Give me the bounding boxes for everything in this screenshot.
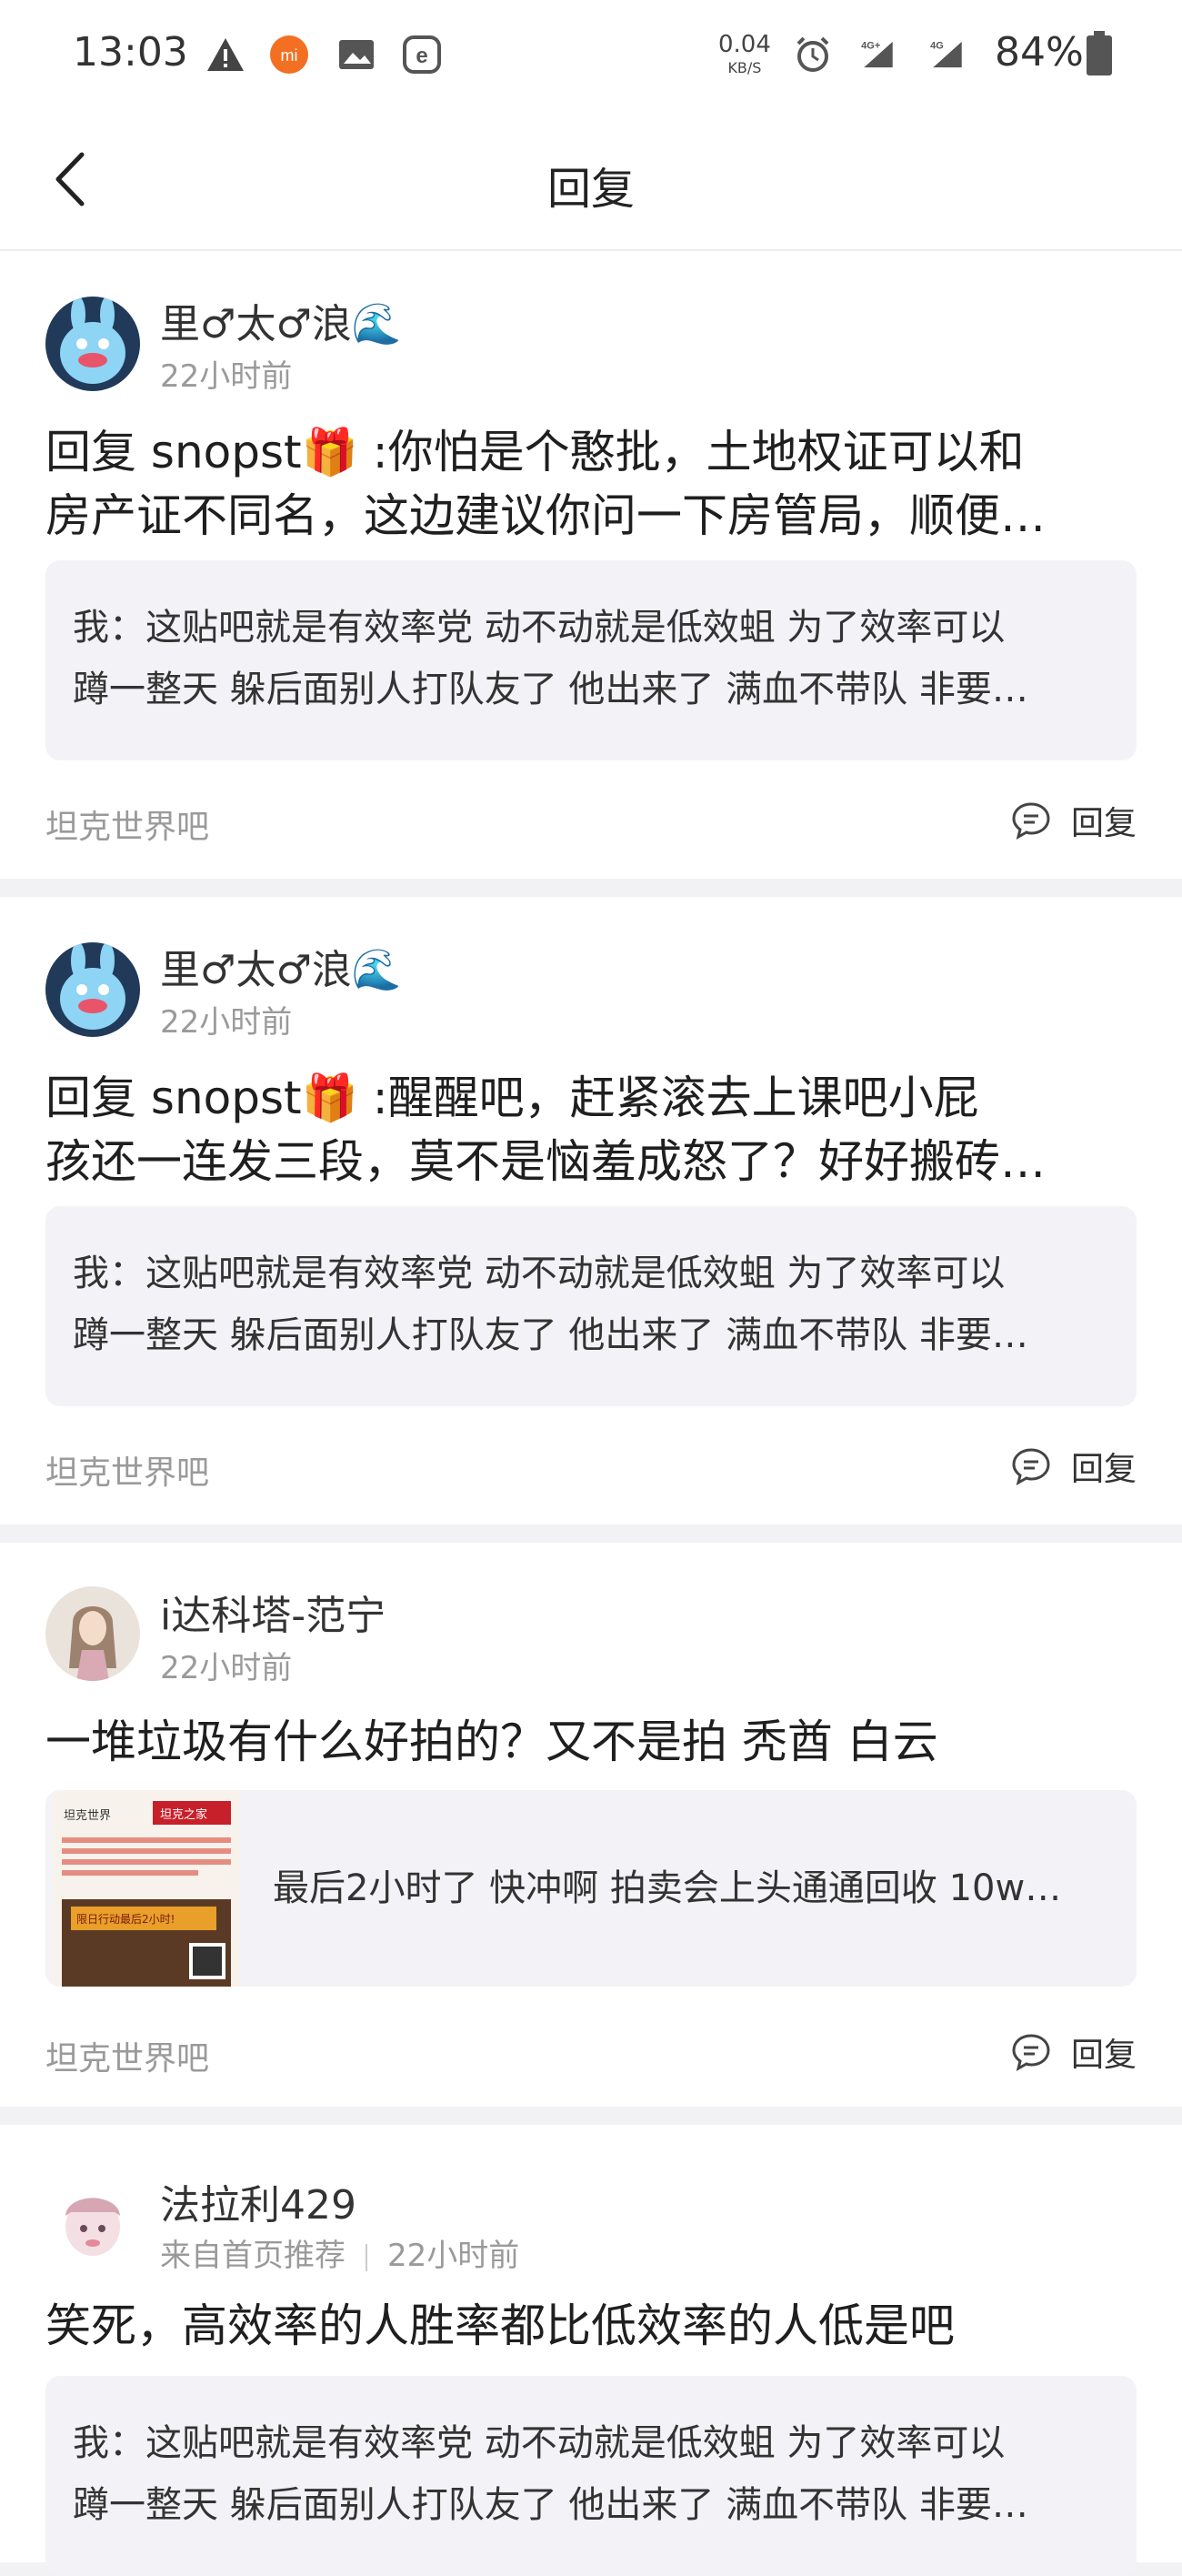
- mi-app-icon: mi: [270, 35, 308, 74]
- reply-card[interactable]: i达科塔-范宁 22小时前 一堆垃圾有什么好拍的？又不是拍 秃酋 白云 坦克世界…: [0, 1543, 1182, 2107]
- comment-icon: [1012, 802, 1050, 840]
- reply-content[interactable]: 回复 snopst🎁 :你怕是个憨批，土地权证可以和 房产证不同名，这边建议你问…: [45, 420, 1137, 548]
- avatar[interactable]: [45, 2176, 140, 2270]
- reply-button[interactable]: 回复: [1011, 2028, 1137, 2076]
- reply-card[interactable]: 里♂太♂浪🌊 22小时前 回复 snopst🎁 :醒醒吧，赶紧滚去上课吧小屁 孩…: [0, 897, 1182, 1524]
- post-time: 22小时前: [387, 2238, 520, 2274]
- avatar[interactable]: [45, 297, 140, 391]
- post-thumbnail: 坦克世界 坦克之家 限日行动最后2小时!: [53, 1790, 240, 1987]
- reply-card[interactable]: 里♂太♂浪🌊 22小时前 回复 snopst🎁 :你怕是个憨批，土地权证可以和 …: [0, 251, 1182, 879]
- signal-4g-icon: 4G: [930, 41, 962, 68]
- comment-icon: [1012, 2034, 1050, 2071]
- reply-content[interactable]: 回复 snopst🎁 :醒醒吧，赶紧滚去上课吧小屁 孩还一连发三段，莫不是恼羞成…: [45, 1066, 1137, 1193]
- post-time: 22小时前: [160, 358, 293, 395]
- reply-content[interactable]: 一堆垃圾有什么好拍的？又不是拍 秃酋 白云: [45, 1710, 1137, 1774]
- post-time: 22小时前: [160, 1650, 293, 1686]
- post-time: 22小时前: [160, 1004, 293, 1041]
- svg-text:4G+: 4G+: [861, 41, 880, 52]
- svg-text:限日行动最后2小时!: 限日行动最后2小时!: [76, 1913, 175, 1926]
- svg-text:mi: mi: [281, 46, 298, 65]
- username[interactable]: 法拉利429: [160, 2172, 356, 2230]
- warning-icon: [207, 38, 244, 71]
- page-title: 回复: [546, 164, 635, 215]
- username[interactable]: i达科塔-范宁: [160, 1583, 386, 1641]
- reply-button[interactable]: 回复: [1011, 1443, 1137, 1490]
- post-meta: 来自首页推荐 22小时前: [160, 2230, 519, 2275]
- forum-link[interactable]: 坦克世界吧: [45, 800, 209, 848]
- forum-link[interactable]: 坦克世界吧: [45, 2032, 209, 2079]
- avatar[interactable]: [45, 942, 140, 1037]
- quoted-post[interactable]: 我：这贴吧就是有效率党 动不动就是低效蛆 为了效率可以 蹲一整天 躲后面别人打队…: [45, 2376, 1137, 2576]
- title-bar: 回复: [0, 111, 1182, 251]
- network-speed: 0.04 KB/S: [718, 31, 771, 76]
- post-source: 来自首页推荐: [160, 2238, 346, 2274]
- meta-divider: [366, 2243, 367, 2271]
- gallery-icon: [339, 40, 374, 69]
- battery-icon: [1087, 31, 1112, 75]
- battery-percent: 84%: [995, 29, 1084, 75]
- status-time: 13:03: [73, 29, 188, 75]
- quoted-post[interactable]: 我：这贴吧就是有效率党 动不动就是低效蛆 为了效率可以 蹲一整天 躲后面别人打队…: [45, 1206, 1137, 1406]
- quoted-post[interactable]: 坦克世界 坦克之家 限日行动最后2小时! 最后2小时了 快冲啊 拍卖会上头通通回…: [45, 1790, 1137, 1987]
- username[interactable]: 里♂太♂浪🌊: [160, 291, 402, 349]
- svg-text:坦克之家: 坦克之家: [160, 1807, 207, 1822]
- forum-link[interactable]: 坦克世界吧: [45, 1446, 209, 1494]
- reply-button[interactable]: 回复: [1011, 797, 1137, 844]
- signal-4g-plus-icon: 4G+: [861, 41, 893, 68]
- reply-content[interactable]: 笑死，高效率的人胜率都比低效率的人低是吧: [45, 2294, 1137, 2358]
- username[interactable]: 里♂太♂浪🌊: [160, 937, 402, 995]
- comment-icon: [1012, 1448, 1050, 1485]
- svg-text:4G: 4G: [930, 41, 944, 52]
- svg-text:坦克世界: 坦克世界: [64, 1809, 111, 1823]
- svg-text:e: e: [416, 44, 427, 68]
- alarm-icon: [796, 36, 829, 72]
- status-bar: 13:03 mi e 0.04 KB/S 4G+ 4G 84%: [0, 0, 1182, 111]
- quoted-post[interactable]: 我：这贴吧就是有效率党 动不动就是低效蛆 为了效率可以 蹲一整天 躲后面别人打队…: [45, 560, 1137, 760]
- avatar[interactable]: [45, 1586, 140, 1681]
- browser-e-icon: e: [403, 35, 441, 74]
- reply-card[interactable]: 法拉利429 来自首页推荐 22小时前 笑死，高效率的人胜率都比低效率的人低是吧 …: [0, 2125, 1182, 2576]
